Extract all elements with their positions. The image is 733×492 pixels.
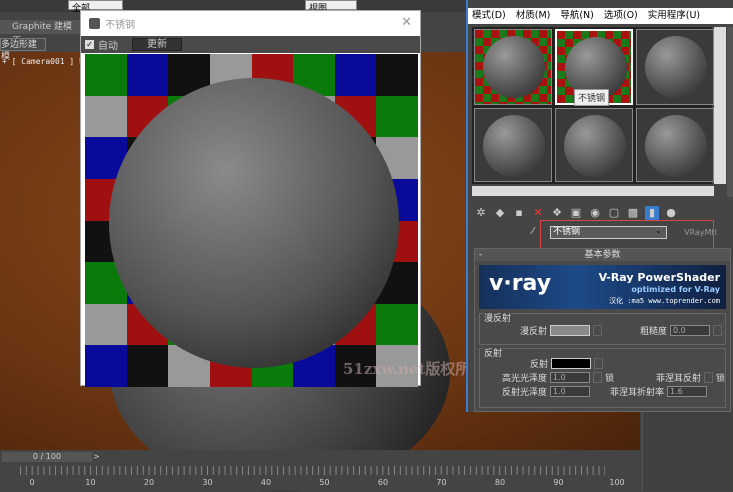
graphite-tab[interactable]: Graphite 建模工 bbox=[0, 20, 80, 46]
banner-title: V-Ray PowerShader bbox=[598, 271, 720, 284]
selection-filter-dropdown[interactable]: 全部 bbox=[68, 0, 123, 14]
menu-item[interactable]: 选项(O) bbox=[604, 8, 638, 24]
material-editor: 模式(D) 材质(M) 导航(N) 选项(O) 实用程序(U) ✲ ◆ ▪ ✕ ❖ ▣ ◉ ▢ ▩ ▮ ● … bbox=[466, 0, 733, 412]
menu-bar: 模式(D) 材质(M) 导航(N) 选项(O) 实用程序(U) bbox=[468, 8, 733, 24]
assign-material-icon[interactable]: ▪ bbox=[512, 206, 526, 220]
roughness-map-button[interactable] bbox=[713, 325, 723, 336]
material-slot[interactable] bbox=[555, 108, 633, 182]
vray-banner: v·ray V-Ray PowerShader optimized for V-… bbox=[479, 265, 726, 309]
track-bar[interactable]: 0 10 20 30 40 50 60 70 80 90 100 bbox=[20, 466, 625, 487]
unique-icon[interactable]: ▣ bbox=[569, 206, 583, 220]
banner-subtitle: optimized for V-Ray bbox=[631, 285, 720, 294]
auto-checkbox[interactable]: ✓ bbox=[85, 40, 94, 49]
banner-credit: 汉化 :ma5 www.toprender.com bbox=[609, 297, 720, 305]
material-toolbar: ✲ ◆ ▪ ✕ ❖ ▣ ◉ ▢ ▩ ▮ ● bbox=[474, 206, 678, 220]
menu-item[interactable]: 模式(D) bbox=[472, 8, 506, 24]
timeline-tick-label: 50 bbox=[319, 478, 330, 487]
timeline-tick-label: 60 bbox=[377, 478, 389, 487]
reflect-map-button[interactable] bbox=[594, 358, 604, 369]
reflect-label: 反射 bbox=[530, 360, 549, 370]
reset-icon[interactable]: ✕ bbox=[531, 206, 545, 220]
preview-sphere bbox=[109, 78, 399, 368]
timeline-tick-label: 0 bbox=[29, 478, 35, 487]
group-label: 反射 bbox=[484, 346, 503, 359]
diffuse-color-swatch[interactable] bbox=[550, 325, 591, 336]
timeline-tick-label: 10 bbox=[85, 478, 96, 487]
get-material-icon[interactable]: ✲ bbox=[474, 206, 488, 220]
timeline-tick-label: 100 bbox=[609, 478, 625, 487]
lock-button[interactable]: 锁 bbox=[605, 371, 614, 384]
refl-gloss-spinner[interactable]: 1.0 bbox=[550, 386, 591, 397]
material-slot[interactable] bbox=[474, 108, 552, 182]
library-icon[interactable]: ◉ bbox=[588, 206, 602, 220]
fresnel-label: 菲涅耳反射 bbox=[656, 374, 702, 384]
effects-channel-icon[interactable]: ▢ bbox=[607, 206, 621, 220]
close-icon[interactable]: ✕ bbox=[401, 15, 412, 30]
timeline-tick-label: 90 bbox=[553, 478, 564, 487]
app-icon bbox=[89, 18, 100, 29]
basic-params-rollout: - 基本参数 v·ray V-Ray PowerShader optimized … bbox=[474, 248, 731, 412]
rollout-header[interactable]: - 基本参数 bbox=[475, 249, 730, 261]
eyedropper-icon[interactable]: ⁄ bbox=[532, 226, 534, 237]
hilight-gloss-label: 高光光泽度 bbox=[502, 374, 548, 384]
slots-vertical-scrollbar[interactable] bbox=[714, 27, 726, 184]
refl-gloss-label: 反射光泽度 bbox=[502, 388, 548, 398]
update-button[interactable]: 更新 bbox=[132, 38, 182, 51]
vray-logo: v·ray bbox=[489, 271, 552, 296]
roughness-spinner[interactable]: 0.0 bbox=[670, 325, 711, 336]
timeline-tick-label: 40 bbox=[260, 478, 272, 487]
material-slot[interactable] bbox=[474, 29, 552, 105]
timeline: 0 / 100 > 0 10 20 30 40 50 60 70 80 90 100 bbox=[0, 450, 733, 491]
slot-tooltip: 不锈钢 bbox=[574, 89, 610, 106]
next-frame-icon[interactable]: > bbox=[93, 452, 103, 462]
hilight-gloss-spinner[interactable]: 1.0 bbox=[550, 372, 591, 383]
show-map-icon[interactable]: ▩ bbox=[626, 206, 640, 220]
fresnel-checkbox[interactable] bbox=[704, 372, 713, 383]
timeline-tick-label: 30 bbox=[202, 478, 213, 487]
fresnel-ior-label: 菲涅耳折射率 bbox=[610, 388, 665, 398]
material-slot[interactable] bbox=[636, 29, 714, 105]
diffuse-map-button[interactable] bbox=[593, 325, 603, 336]
diffuse-label: 漫反射 bbox=[520, 327, 548, 337]
put-to-scene-icon[interactable]: ◆ bbox=[493, 206, 507, 220]
timeline-tick-label: 80 bbox=[494, 478, 506, 487]
material-preview-window: 不锈钢 ✕ ✓ 自动 更新 bbox=[80, 10, 421, 387]
slots-horizontal-scrollbar[interactable] bbox=[472, 186, 714, 196]
poly-modeling-tab[interactable]: 多边形建模 bbox=[0, 38, 46, 62]
reflection-group: 反射 反射 高光光泽度 1.0 锁 菲涅耳反射 锁 反射光泽度 1.0 菲涅耳折射率 1.… bbox=[479, 346, 726, 408]
copy-material-icon[interactable]: ❖ bbox=[550, 206, 564, 220]
window-title: 不锈钢 bbox=[105, 20, 135, 31]
time-slider[interactable]: 0 / 100 bbox=[2, 452, 92, 462]
auto-label: 自动 bbox=[98, 41, 118, 52]
menu-item[interactable]: 实用程序(U) bbox=[648, 8, 700, 24]
fresnel-lock-button[interactable]: 锁 bbox=[716, 371, 725, 384]
timeline-tick-label: 20 bbox=[143, 478, 155, 487]
reflect-color-swatch[interactable] bbox=[551, 358, 592, 369]
fresnel-ior-spinner[interactable]: 1.6 bbox=[667, 386, 708, 397]
menu-item[interactable]: 材质(M) bbox=[516, 8, 551, 24]
show-end-result-icon[interactable]: ▮ bbox=[645, 206, 659, 220]
material-slot[interactable] bbox=[636, 108, 714, 182]
timeline-tick-label: 70 bbox=[436, 478, 447, 487]
menu-item[interactable]: 导航(N) bbox=[560, 8, 594, 24]
go-parent-icon[interactable]: ● bbox=[664, 206, 678, 220]
viewport-label[interactable]: + [ Camera001 ] 明 bbox=[2, 56, 87, 67]
slot-side-toolbar[interactable] bbox=[727, 27, 733, 197]
roughness-label: 粗糙度 bbox=[640, 327, 668, 337]
group-label: 漫反射 bbox=[484, 311, 512, 324]
command-panel bbox=[642, 412, 733, 491]
reference-coord-dropdown[interactable]: 视图 bbox=[305, 0, 357, 14]
diffuse-group: 漫反射 漫反射 粗糙度 0.0 bbox=[479, 311, 726, 345]
